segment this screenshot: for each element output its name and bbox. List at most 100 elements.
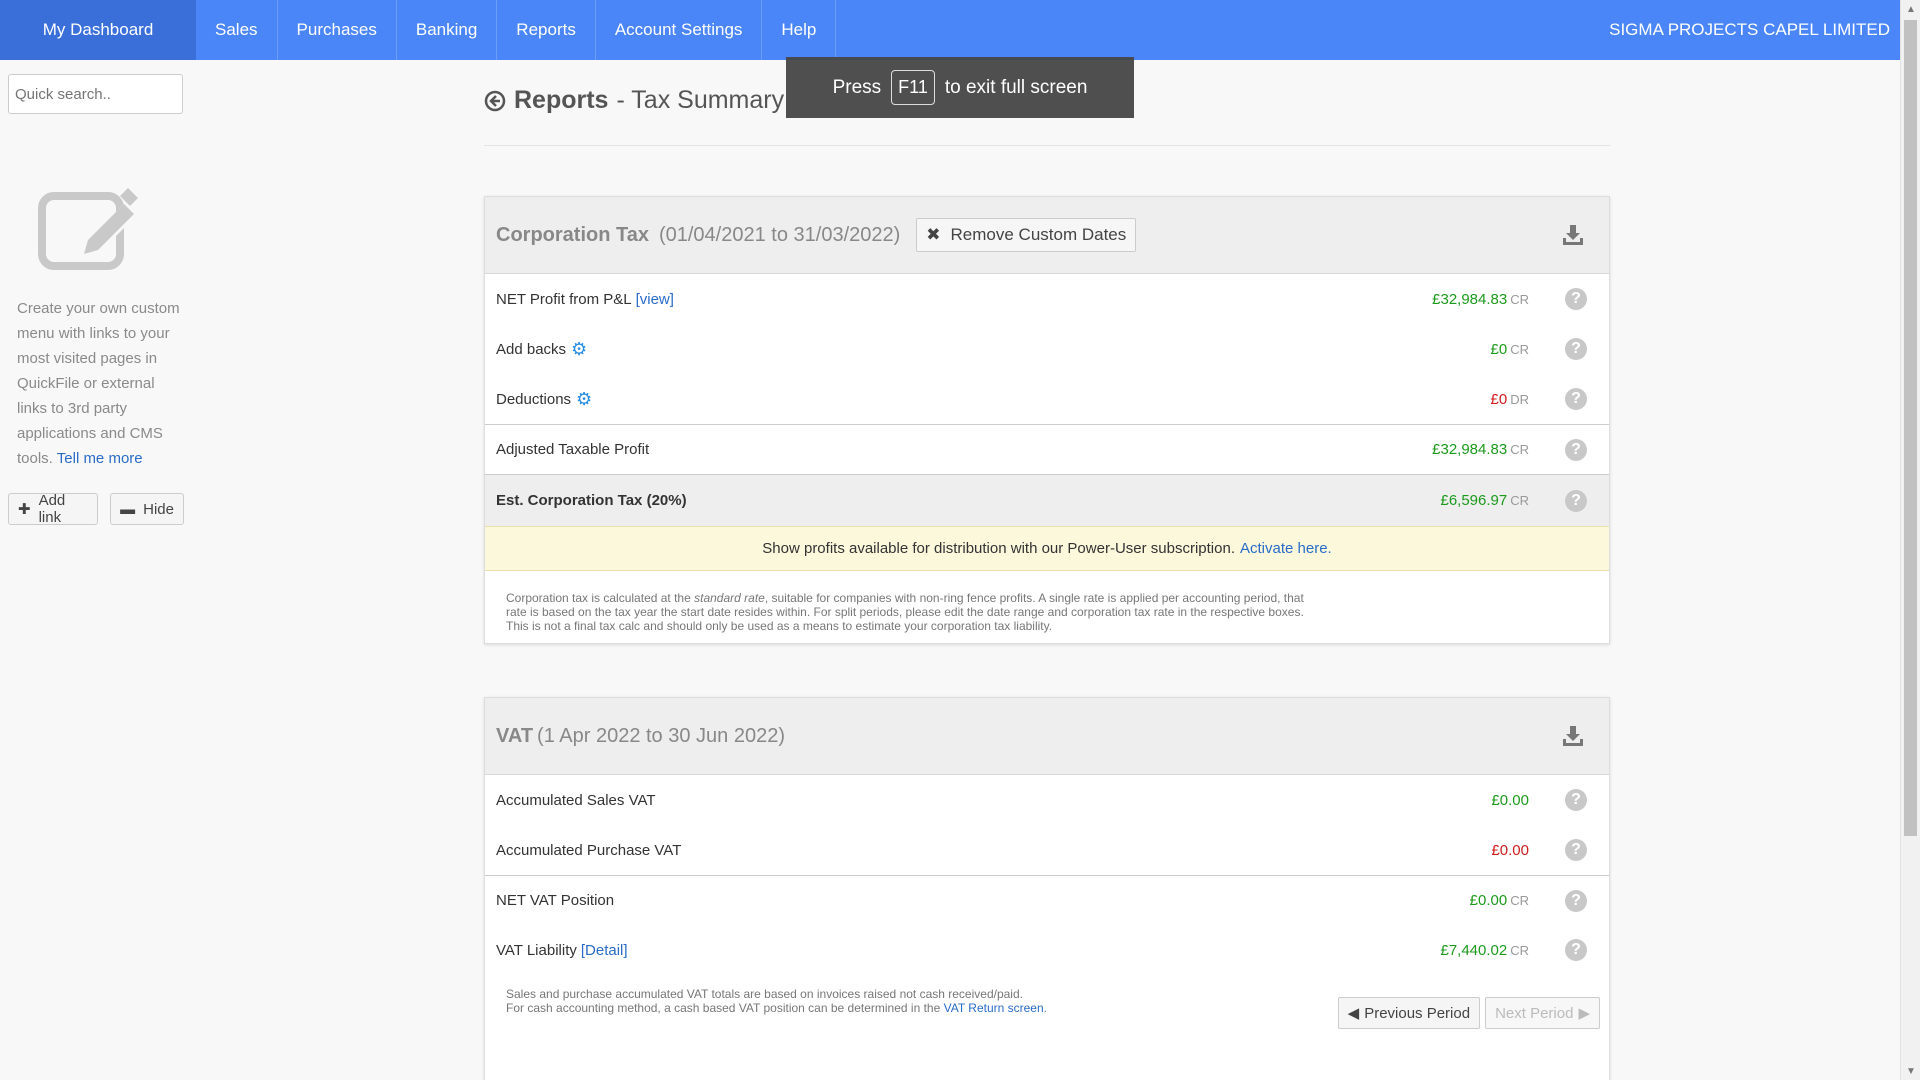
deductions-label: Deductions [496,390,572,408]
help-icon[interactable]: ? [1565,939,1587,961]
net-profit-value: £32,984.83 [1432,290,1508,308]
vat-detail-link[interactable]: [Detail] [581,942,628,959]
sidebar-buttons: ✚ Add link ▬ Hide [8,492,184,526]
corporation-tax-dates: (01/04/2021 to 31/03/2022) [658,223,901,246]
help-icon[interactable]: ? [1565,489,1587,512]
next-period-label: Next Period [1495,1004,1574,1022]
deductions-suffix: DR [1510,391,1529,407]
previous-period-button[interactable]: ◀ Previous Period [1337,997,1481,1029]
net-vat-label: NET VAT Position [496,892,615,909]
est-corporation-tax-value-wrap: £6,596.97 CR [1440,492,1529,509]
deductions-value-wrap: £0 DR [1491,391,1529,408]
vat-dates: (1 Apr 2022 to 30 Jun 2022) [537,724,785,747]
add-backs-label: Add backs [496,340,567,358]
quick-search-input[interactable] [8,74,183,114]
vat-title: VAT [496,724,534,747]
activate-here-link[interactable]: Activate here. [1240,540,1332,557]
gear-icon[interactable]: ⚙ [571,339,587,360]
vat-liability-value-wrap: £7,440.02 CR [1440,942,1529,959]
hide-button[interactable]: ▬ Hide [110,493,184,525]
net-profit-suffix: CR [1510,291,1529,307]
est-corporation-tax-value: £6,596.97 [1440,492,1508,509]
toast-press: Press [832,76,882,98]
add-backs-value: £0 [1490,340,1508,358]
nav-purchases[interactable]: Purchases [278,0,397,60]
help-icon[interactable]: ? [1565,889,1587,912]
add-link-label: Add link [38,492,66,526]
nav-help[interactable]: Help [762,0,837,60]
scroll-up-arrow-icon[interactable]: ▲ [1901,0,1920,18]
adjusted-profit-suffix: CR [1510,442,1529,457]
vat-header: VAT (1 Apr 2022 to 30 Jun 2022) [485,698,1609,775]
caret-right-icon: ▶ [1578,1005,1590,1022]
vat-panel: VAT (1 Apr 2022 to 30 Jun 2022) Accumula… [484,697,1610,1080]
help-icon[interactable]: ? [1565,288,1587,310]
adjusted-profit-row: Adjusted Taxable Profit £32,984.83 CR ? [485,424,1609,474]
sales-vat-row: Accumulated Sales VAT £0.00 ? [485,775,1609,825]
page-scrollbar[interactable]: ▲ ▼ [1900,0,1920,1080]
page-title: Reports [514,86,609,114]
help-icon[interactable]: ? [1565,789,1587,811]
download-icon[interactable] [1561,724,1585,748]
help-icon[interactable]: ? [1565,839,1587,861]
back-arrow-icon[interactable] [484,90,506,112]
corporation-tax-title: Corporation Tax [496,223,649,246]
nav-reports[interactable]: Reports [497,0,596,60]
purchase-vat-label: Accumulated Purchase VAT [496,841,682,859]
header-divider [484,145,1610,146]
sales-vat-value: £0.00 [1491,791,1529,809]
plus-icon: ✚ [18,501,31,518]
vat-liability-value: £7,440.02 [1440,941,1508,959]
vat-return-screen-link[interactable]: VAT Return screen [944,1001,1044,1015]
net-profit-label: NET Profit from P&L [496,290,632,308]
nav-my-dashboard[interactable]: My Dashboard [0,0,196,60]
vat-note-line1: Sales and purchase accumulated VAT total… [506,987,1023,1001]
net-vat-suffix: CR [1510,893,1529,908]
corporation-tax-header: Corporation Tax (01/04/2021 to 31/03/202… [485,197,1609,274]
vat-liability-label: VAT Liability [496,941,577,959]
hide-label: Hide [143,500,174,518]
period-navigation: ◀ Previous Period Next Period ▶ [1337,997,1600,1029]
deductions-value: £0 [1490,390,1508,408]
toast-rest: to exit full screen [944,76,1088,98]
fullscreen-toast: Press F11 to exit full screen [786,57,1134,118]
toast-key: F11 [891,70,935,105]
caret-left-icon: ◀ [1347,1005,1360,1022]
add-link-button[interactable]: ✚ Add link [8,492,99,526]
help-icon[interactable]: ? [1565,438,1587,461]
scroll-down-arrow-icon[interactable]: ▼ [1901,1062,1920,1080]
next-period-button[interactable]: Next Period ▶ [1485,997,1600,1029]
vat-note-line2-text: For cash accounting method, a cash based… [506,1001,944,1015]
remove-custom-dates-label: Remove Custom Dates [950,225,1127,244]
adjusted-profit-value: £32,984.83 [1432,441,1508,458]
adjusted-profit-label: Adjusted Taxable Profit [496,441,650,458]
page-header: Reports - Tax Summary [484,86,784,115]
promo-text: Show profits available for distribution … [762,540,1235,557]
remove-custom-dates-button[interactable]: ✖ Remove Custom Dates [916,218,1137,252]
close-icon: ✖ [926,225,941,244]
nav-banking[interactable]: Banking [397,0,498,60]
view-pl-link[interactable]: [view] [636,291,674,308]
company-name[interactable]: SIGMA PROJECTS CAPEL LIMITED [1609,0,1900,60]
sales-vat-label: Accumulated Sales VAT [496,791,656,809]
minus-icon: ▬ [120,500,136,518]
help-icon[interactable]: ? [1565,338,1587,360]
vat-liability-suffix: CR [1510,942,1529,958]
vat-footer: Sales and purchase accumulated VAT total… [485,975,1609,1045]
download-icon[interactable] [1561,223,1585,247]
nav-sales[interactable]: Sales [196,0,278,60]
scroll-thumb[interactable] [1904,20,1917,836]
nav-account-settings[interactable]: Account Settings [596,0,763,60]
add-backs-suffix: CR [1510,341,1529,357]
est-corporation-tax-row: Est. Corporation Tax (20%) £6,596.97 CR ? [485,474,1609,526]
net-vat-value-wrap: £0.00 CR [1470,892,1529,909]
vat-note-line2: For cash accounting method, a cash based… [506,1001,1047,1015]
net-vat-row: NET VAT Position £0.00 CR ? [485,875,1609,925]
help-icon[interactable]: ? [1565,388,1587,410]
tell-me-more-link[interactable]: Tell me more [57,450,143,467]
custom-menu-description: Create your own custom menu with links t… [17,296,187,471]
page-subtitle: - Tax Summary [616,86,785,114]
top-nav: My Dashboard Sales Purchases Banking Rep… [0,0,1900,60]
gear-icon[interactable]: ⚙ [576,389,592,410]
purchase-vat-row: Accumulated Purchase VAT £0.00 ? [485,825,1609,875]
